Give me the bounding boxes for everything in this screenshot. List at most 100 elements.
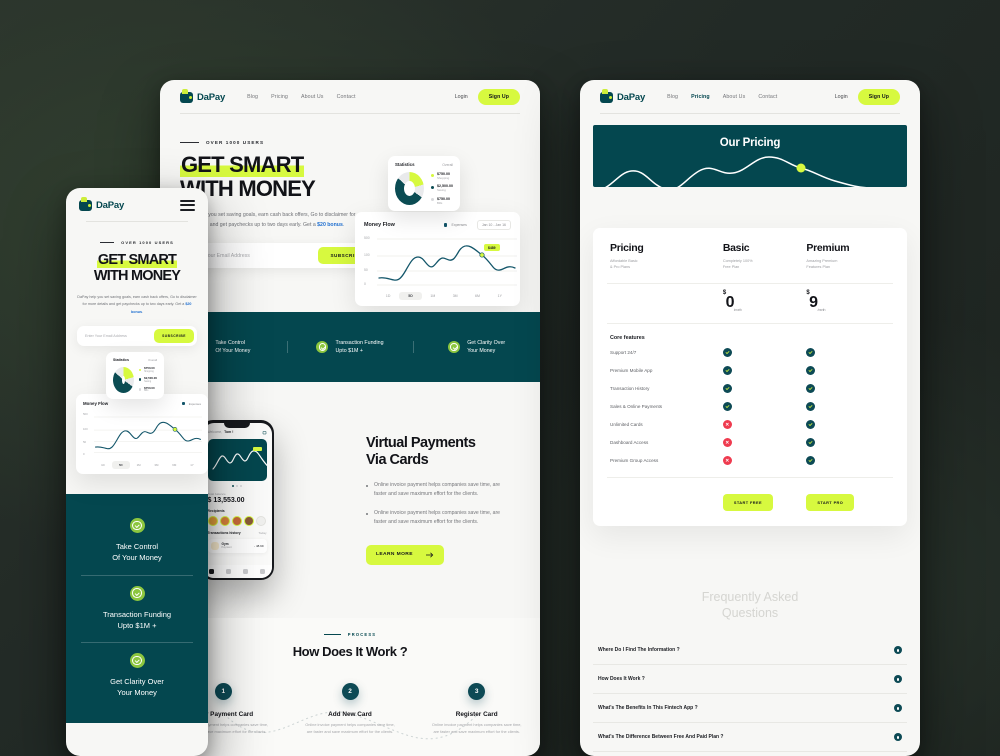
login-link[interactable]: Login xyxy=(835,94,848,100)
wallet-icon xyxy=(180,89,193,103)
learn-more-label: LEARN MORE xyxy=(376,552,413,558)
currency-symbol: $ xyxy=(722,289,726,296)
range-tab-6m[interactable]: 6M xyxy=(466,292,488,300)
avatar[interactable] xyxy=(207,515,218,526)
brand-name: DaPay xyxy=(96,199,125,211)
range-tab-5d[interactable]: 5D xyxy=(111,461,130,470)
mobile-email-input[interactable]: Enter Your Email Address xyxy=(85,334,154,338)
signup-button[interactable]: Sign Up xyxy=(857,89,900,105)
price-value: 0 xyxy=(725,293,735,311)
email-input[interactable]: Enter Your Email Address xyxy=(191,253,318,259)
hero-heading: GET SMART WITH MONEY xyxy=(180,152,520,200)
avatar-more-button[interactable] xyxy=(255,515,266,526)
expand-icon[interactable] xyxy=(894,646,902,655)
nav-link-blog[interactable]: Blog xyxy=(247,94,258,100)
phone-history-filter[interactable]: Today xyxy=(258,531,266,535)
range-tab-1d[interactable]: 1D xyxy=(94,461,112,469)
faq-item[interactable]: What's The Benefits In This Fintech App … xyxy=(593,694,907,724)
y-axis-labels: 500 100 50 0 xyxy=(83,412,94,459)
legend-label: Saving xyxy=(144,380,152,383)
nav-link-pricing[interactable]: Pricing xyxy=(691,94,710,100)
feature-strip: Take Control Of Your Money Transaction F… xyxy=(160,312,540,382)
feature-text: Transaction Funding Upto $1M + xyxy=(66,609,208,632)
sub-line1: Amazing Premium xyxy=(806,259,838,263)
range-tab-1d[interactable]: 1D xyxy=(377,292,399,300)
pricing-col-title: Basic xyxy=(722,242,750,254)
faq-question: Where Do I Find The Information ? xyxy=(598,647,680,654)
faq-item[interactable]: Where Do I Find The Information ? xyxy=(593,636,907,666)
brand-logo[interactable]: DaPay xyxy=(180,89,226,103)
mobile-brand-logo[interactable]: DaPay xyxy=(79,197,125,211)
start-free-button[interactable]: START FREE xyxy=(722,494,773,512)
cards-icon[interactable] xyxy=(243,568,249,574)
transaction-icon xyxy=(210,541,219,550)
range-tab-1y[interactable]: 1Y xyxy=(183,461,201,469)
basic-price: $0/month xyxy=(723,290,742,313)
brand-logo[interactable]: DaPay xyxy=(600,89,645,103)
range-tab-6m[interactable]: 6M xyxy=(165,461,183,469)
login-link[interactable]: Login xyxy=(455,94,468,100)
nav-link-blog[interactable]: Blog xyxy=(667,94,678,100)
pricing-hero-band: Our Pricing xyxy=(593,125,907,187)
statistics-selector[interactable]: Overall xyxy=(148,358,157,362)
start-pro-button[interactable]: START PRO xyxy=(806,494,855,512)
avatar[interactable] xyxy=(219,515,230,526)
y-tick-50: 50 xyxy=(364,268,368,272)
signup-button[interactable]: Sign Up xyxy=(477,89,520,105)
mobile-subscribe-button[interactable]: SUBSCRIBE xyxy=(154,329,194,344)
range-tab-5d[interactable]: 5D xyxy=(399,292,422,300)
money-flow-widget: Money Flow Expenses Jan 10 - Jan 16 500 … xyxy=(355,212,520,306)
nav-link-contact[interactable]: Contact xyxy=(337,94,356,100)
legend-item: $2,500.00 Saving xyxy=(431,184,453,192)
date-range-selector[interactable]: Jan 10 - Jan 16 xyxy=(476,220,511,230)
hamburger-menu-button[interactable] xyxy=(180,199,195,211)
pricing-band-title: Our Pricing xyxy=(719,137,781,149)
hero-eyebrow: OVER 1000 USERS xyxy=(180,140,520,145)
range-tab-3m[interactable]: 3M xyxy=(147,461,165,469)
nav-link-contact[interactable]: Contact xyxy=(758,94,777,100)
expand-icon[interactable] xyxy=(894,675,902,684)
faq-item[interactable]: What's The Difference Between Free And P… xyxy=(593,723,907,753)
phone-transaction-row[interactable]: Gym Payment - 48.99 xyxy=(207,538,267,553)
subscribe-form[interactable]: Enter Your Email Address SUBSCRIBE xyxy=(180,243,378,269)
cross-icon xyxy=(722,419,732,429)
statistics-selector[interactable]: Overall xyxy=(442,163,453,167)
phone-notch xyxy=(224,422,250,428)
profile-icon[interactable] xyxy=(260,568,266,574)
phone-carousel-dots[interactable] xyxy=(208,484,267,487)
phone-welcome-label: Welcome, xyxy=(207,430,223,434)
legend-item: $2,500.00 Saving xyxy=(138,376,157,384)
eyebrow-rule xyxy=(323,634,341,635)
expand-icon[interactable] xyxy=(894,704,902,713)
share-icon[interactable] xyxy=(262,430,267,435)
nav-link-about[interactable]: About Us xyxy=(723,94,746,100)
nav-link-pricing[interactable]: Pricing xyxy=(271,94,288,100)
money-flow-title: Money Flow xyxy=(364,222,395,228)
phone-bottom-nav[interactable] xyxy=(202,564,272,578)
statistics-donut-chart xyxy=(113,367,134,394)
check-icon xyxy=(806,437,816,447)
nav-link-about[interactable]: About Us xyxy=(301,94,324,100)
learn-more-button[interactable]: LEARN MORE xyxy=(366,544,444,565)
y-tick-0: 0 xyxy=(83,452,85,457)
avatar[interactable] xyxy=(231,515,242,526)
mobile-subscribe-form[interactable]: Enter Your Email Address SUBSCRIBE xyxy=(77,326,197,347)
step-title: Register Card xyxy=(455,711,498,718)
range-tab-3m[interactable]: 3M xyxy=(444,292,466,300)
brand-name: DaPay xyxy=(197,91,226,103)
faq-question: How Does It Work ? xyxy=(598,676,645,683)
home-icon[interactable] xyxy=(208,568,214,574)
check-icon xyxy=(722,347,732,357)
range-tab-1m[interactable]: 1M xyxy=(422,292,444,300)
expand-icon[interactable] xyxy=(894,733,902,742)
range-tab-1m[interactable]: 1M xyxy=(130,461,148,469)
stats-icon[interactable] xyxy=(225,568,231,574)
faq-item[interactable]: How Does It Work ? xyxy=(593,665,907,695)
sub-line1: Affordable Basic xyxy=(610,259,638,263)
range-tab-1y[interactable]: 1Y xyxy=(489,292,511,300)
faq-question: What's The Benefits In This Fintech App … xyxy=(598,705,698,712)
feature-text: Get Clarity Over Your Money xyxy=(467,339,505,356)
phone-recipient-avatars[interactable] xyxy=(207,515,267,526)
avatar[interactable] xyxy=(243,515,254,526)
pricing-amounts-row: $0/month $9/month xyxy=(593,284,907,323)
